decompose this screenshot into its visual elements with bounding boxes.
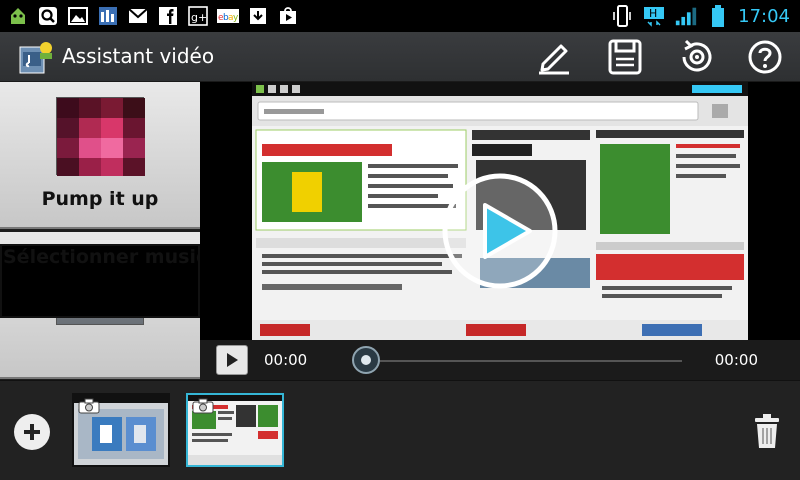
play-overlay-button[interactable] — [440, 171, 560, 291]
save-icon — [608, 39, 642, 75]
clip-thumbnail-2[interactable] — [186, 393, 284, 467]
camera-icon — [192, 398, 214, 414]
help-icon — [748, 40, 782, 74]
edit-icon — [539, 44, 569, 75]
total-time: 00:00 — [714, 351, 758, 369]
status-time: 17:04 — [738, 5, 790, 27]
music-album-art — [56, 97, 145, 176]
notification-icons: g+ ebay — [6, 3, 300, 29]
status-bar: g+ ebay H 17:04 — [0, 0, 800, 32]
calendar-icon — [96, 4, 120, 28]
signal-icon — [674, 4, 698, 28]
clip-thumbnail-1[interactable] — [72, 393, 170, 467]
play-icon — [442, 173, 558, 289]
add-clip-button[interactable] — [14, 414, 50, 450]
video-preview[interactable]: 00:00 00:00 — [200, 82, 800, 380]
camera-icon — [78, 398, 100, 414]
ebay-icon: ebay — [216, 4, 240, 28]
battery-icon — [706, 4, 730, 28]
settings-icon — [682, 39, 712, 72]
video-wizard-app-icon — [18, 39, 54, 75]
gmail-icon — [126, 4, 150, 28]
app-title: Assistant vidéo — [62, 44, 215, 68]
settings-button[interactable] — [675, 36, 719, 78]
seek-bar[interactable] — [365, 360, 682, 362]
download-icon — [246, 4, 270, 28]
music-item-pump-it-up[interactable]: Pump it up — [0, 82, 200, 229]
edit-button[interactable] — [532, 36, 576, 78]
playback-controls: 00:00 00:00 — [200, 340, 800, 380]
music-panel: Pump it up Sélectionner musique — [0, 82, 200, 380]
network-type-icon: H — [642, 4, 666, 28]
clip-strip — [0, 380, 800, 480]
seek-thumb[interactable] — [352, 346, 380, 374]
help-button[interactable] — [743, 36, 787, 78]
current-time: 00:00 — [264, 351, 308, 369]
play-button[interactable] — [216, 345, 248, 375]
delete-button[interactable] — [752, 411, 782, 451]
save-button[interactable] — [603, 36, 647, 78]
svg-text:g+: g+ — [191, 11, 207, 24]
music-item-label: Pump it up — [41, 188, 159, 210]
googleplus-icon: g+ — [186, 4, 210, 28]
facebook-icon — [156, 4, 180, 28]
svg-text:H: H — [649, 7, 657, 20]
select-music-label: Sélectionner musique — [0, 244, 200, 318]
play-store-icon — [276, 4, 300, 28]
search-icon — [36, 4, 60, 28]
trash-icon — [755, 414, 779, 448]
phone-vibrate-icon — [610, 4, 634, 28]
gallery-icon — [66, 4, 90, 28]
svg-text:y: y — [233, 13, 239, 23]
select-music-button[interactable]: Sélectionner musique — [0, 232, 200, 379]
action-bar: Assistant vidéo — [0, 32, 800, 82]
plus-icon — [24, 424, 40, 440]
play-small-icon — [227, 353, 238, 367]
android-icon — [6, 4, 30, 28]
